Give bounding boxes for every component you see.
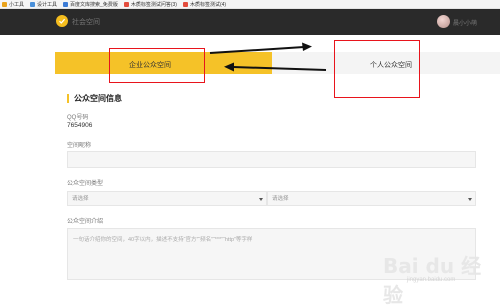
- bookmark-icon: [30, 1, 36, 7]
- textarea-placeholder: 一句话介绍你的空间，40字以内，描述不支持“官方”“频名”“***”“http”…: [73, 237, 253, 243]
- space-type-label: 公众空间类型: [67, 181, 104, 187]
- check-icon: [59, 18, 66, 24]
- logo-text[interactable]: 社会空间: [72, 17, 100, 27]
- baidu-watermark-url: jingyan.baidu.com: [407, 277, 456, 283]
- annotation-box-personal: [334, 40, 420, 98]
- bookmark-label: 设计工具: [37, 1, 58, 8]
- top-header: 社会空间 晨小小萌: [0, 9, 500, 35]
- bookmark-label: 木质标签测试问答(3): [130, 1, 177, 8]
- bookmark-icon: [63, 1, 69, 7]
- caret-down-icon: [259, 198, 263, 201]
- annotation-box-company: [109, 48, 205, 83]
- section-title: 公众空间信息: [67, 94, 122, 103]
- bookmark-item[interactable]: 百度文库搜索_免费版: [63, 1, 118, 8]
- bookmark-item[interactable]: 小工具: [2, 1, 24, 8]
- bookmark-item[interactable]: 木质标签测试(4): [182, 1, 227, 8]
- bookmark-label: 百度文库搜索_免费版: [70, 1, 118, 8]
- qq-value: 7654906: [67, 122, 93, 129]
- qq-label: QQ号码: [67, 115, 89, 121]
- caret-down-icon: [468, 198, 472, 201]
- bookmark-label: 木质标签测试(4): [189, 1, 227, 8]
- bookmark-item[interactable]: 木质标签测试问答(3): [123, 1, 177, 8]
- space-name-label: 空间昵称: [67, 143, 92, 149]
- space-intro-label: 公众空间介绍: [67, 219, 104, 225]
- avatar[interactable]: [437, 15, 450, 28]
- bookmarks-bar: 小工具 设计工具 百度文库搜索_免费版 木质标签测试问答(3) 木质标签测试(4…: [0, 0, 500, 9]
- select-value: 请选择: [272, 196, 289, 202]
- space-name-input[interactable]: [67, 151, 476, 168]
- space-type-select-1[interactable]: 请选择: [67, 191, 267, 206]
- bookmark-item[interactable]: 设计工具: [30, 1, 57, 8]
- bookmark-icon: [123, 1, 129, 7]
- bookmark-icon: [182, 1, 188, 7]
- bookmark-icon: [2, 1, 7, 7]
- logo-icon[interactable]: [56, 15, 68, 27]
- select-value: 请选择: [72, 196, 89, 202]
- bookmark-label: 小工具: [9, 1, 25, 8]
- user-name[interactable]: 晨小小萌: [453, 18, 477, 27]
- space-type-select-2[interactable]: 请选择: [267, 191, 476, 206]
